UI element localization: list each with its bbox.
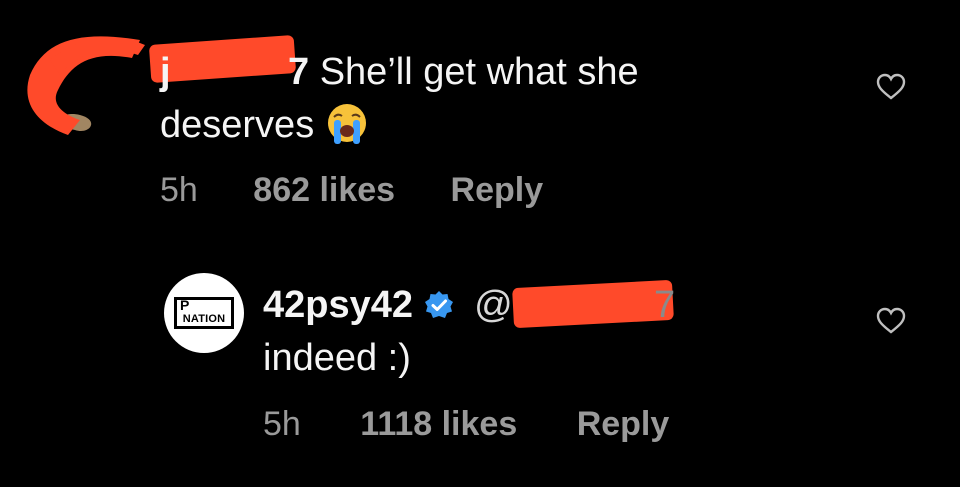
- reply-text-line1: 42psy42 @: [263, 281, 513, 329]
- comment-body-line2: deserves: [160, 104, 315, 146]
- pnation-logo: P NATION: [174, 297, 234, 329]
- comment-text-line2: deserves: [160, 101, 369, 149]
- redacted-mention: [512, 279, 674, 329]
- reply-mention-at[interactable]: @: [474, 284, 513, 326]
- comment-text-line1: 7 She’ll get what she: [288, 48, 639, 96]
- reply-body: indeed :): [263, 337, 411, 379]
- comment-meta: 5h 862 likes Reply: [160, 170, 543, 210]
- reply-reply-button[interactable]: Reply: [577, 405, 670, 443]
- like-heart-icon[interactable]: [876, 72, 906, 102]
- verified-badge-icon: [424, 291, 453, 318]
- reply-mention-end[interactable]: 7: [654, 281, 675, 329]
- comment-body-line1: She’ll get what she: [319, 51, 639, 93]
- reply-username[interactable]: 42psy42: [263, 284, 413, 326]
- reply-likes[interactable]: 1118 likes: [360, 405, 517, 443]
- reply-time: 5h: [263, 405, 301, 443]
- comment-username-start[interactable]: j: [160, 48, 171, 96]
- avatar[interactable]: P NATION: [164, 273, 244, 353]
- reply-meta: 5h 1118 likes Reply: [263, 404, 669, 444]
- comment-likes[interactable]: 862 likes: [253, 171, 395, 209]
- redacted-avatar: [27, 36, 145, 135]
- loudly-crying-face-icon: [327, 104, 366, 144]
- comment-reply-button[interactable]: Reply: [451, 171, 544, 209]
- like-heart-icon[interactable]: [876, 306, 906, 336]
- comment-time: 5h: [160, 171, 198, 209]
- comment-username-end[interactable]: 7: [288, 51, 309, 93]
